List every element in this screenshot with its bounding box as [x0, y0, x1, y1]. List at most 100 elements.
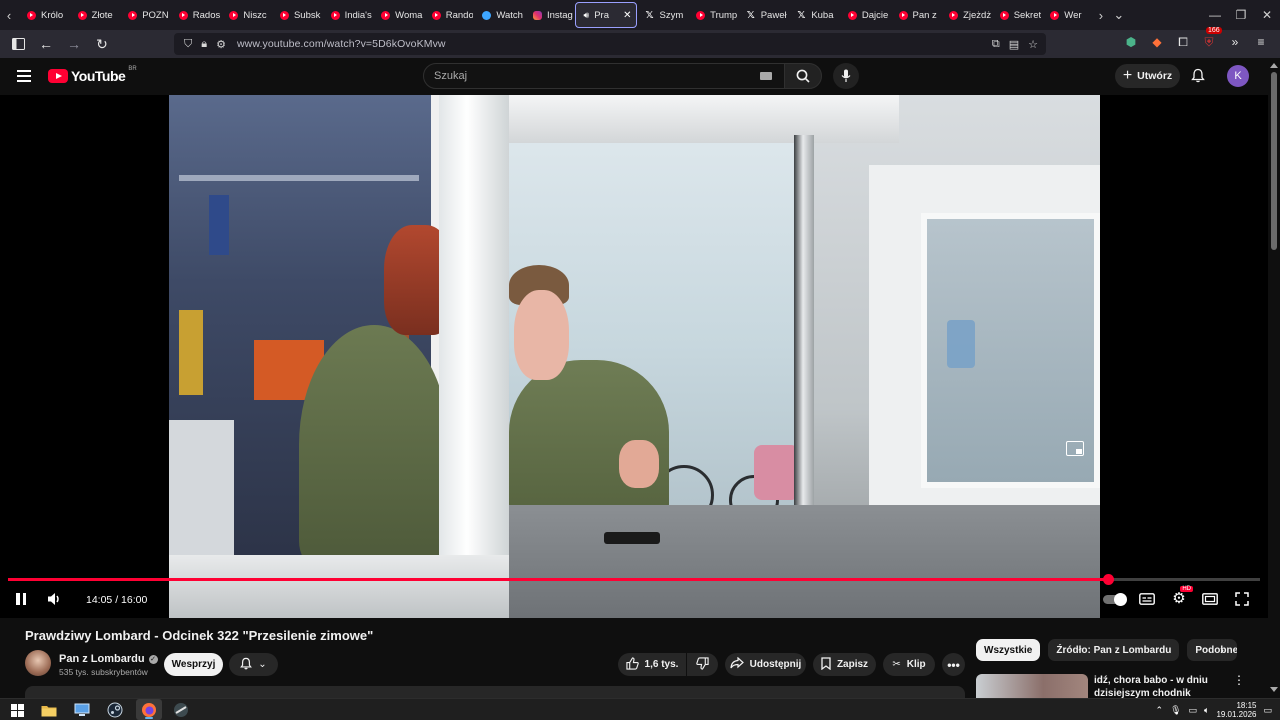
channel-avatar[interactable] — [25, 650, 51, 676]
restore-icon[interactable]: ❐ — [1228, 8, 1254, 22]
vpn-extension-icon[interactable]: ⬢ — [1122, 33, 1140, 51]
notifications-icon[interactable]: ▭ — [1263, 705, 1272, 716]
search-input[interactable]: Szukaj — [423, 63, 785, 89]
settings-gear-icon[interactable]: ⚙︎ HD — [1170, 586, 1193, 609]
fox-extension-icon[interactable]: ◆ — [1148, 33, 1166, 51]
tab[interactable]: POZN — [119, 2, 170, 28]
share-button[interactable]: Udostępnij — [725, 653, 806, 676]
app-icon[interactable] — [172, 701, 190, 719]
progress-scrubber[interactable] — [1103, 574, 1114, 585]
close-tab-icon[interactable]: ✕ — [623, 10, 631, 21]
recommended-thumbnail[interactable] — [976, 674, 1088, 698]
like-button[interactable]: 1,6 tys. — [618, 653, 686, 676]
save-button[interactable]: Zapisz — [813, 653, 876, 676]
pause-icon[interactable] — [14, 589, 28, 609]
tab[interactable]: Królo — [18, 2, 69, 28]
minimize-icon[interactable]: — — [1202, 8, 1228, 22]
chip-source-channel[interactable]: Źródło: Pan z Lombardu — [1048, 639, 1180, 661]
reload-icon[interactable]: ↻ — [90, 32, 114, 56]
voice-search-button[interactable] — [833, 63, 859, 89]
progress-bar[interactable] — [8, 574, 1260, 585]
tray-expand-icon[interactable]: ⌃ — [1156, 705, 1164, 716]
close-window-icon[interactable]: ✕ — [1254, 8, 1280, 22]
app-menu-icon[interactable]: ≡ — [1252, 33, 1270, 51]
reader-view-icon[interactable]: ▤ — [1009, 38, 1019, 51]
tab[interactable]: India's — [322, 2, 373, 28]
bookmark-star-icon[interactable]: ☆ — [1028, 38, 1038, 51]
keyboard-icon[interactable] — [760, 72, 772, 80]
tracking-shield-icon[interactable]: ⛉ — [184, 38, 192, 51]
dislike-button[interactable] — [687, 653, 718, 676]
volume-icon[interactable] — [46, 589, 64, 609]
volume-tray-icon[interactable]: 🔈︎ — [1204, 705, 1209, 716]
tab[interactable]: Subsk — [271, 2, 322, 28]
tab-list-menu-button[interactable]: ⌄ — [1110, 0, 1128, 30]
tab[interactable]: Rados — [170, 2, 221, 28]
tab[interactable]: Dajcie — [839, 2, 890, 28]
windows-start-icon[interactable] — [8, 701, 26, 719]
subtitles-icon[interactable] — [1138, 589, 1156, 609]
autoplay-toggle[interactable] — [1102, 589, 1127, 609]
tab[interactable]: Wer — [1041, 2, 1092, 28]
tab[interactable]: Pan z — [890, 2, 941, 28]
chip-similar[interactable]: Podobne — [1187, 639, 1238, 661]
tab[interactable]: Trump — [687, 2, 738, 28]
tab[interactable]: Sekret — [991, 2, 1042, 28]
scroll-up-arrow-icon[interactable] — [1270, 63, 1278, 68]
recommended-menu-icon[interactable]: ⋮ — [1233, 673, 1245, 687]
miniplayer-icon[interactable] — [1066, 441, 1084, 456]
youtube-logo[interactable]: YouTube BR — [48, 66, 137, 84]
firefox-icon[interactable] — [140, 701, 158, 719]
tab-active[interactable]: 🔊︎ Pra ✕ — [574, 2, 637, 28]
scroll-down-arrow-icon[interactable] — [1270, 687, 1278, 692]
fullscreen-icon[interactable] — [1233, 589, 1251, 609]
subscription-bell-button[interactable]: ⌄ — [229, 653, 278, 676]
page-scrollbar[interactable] — [1268, 58, 1280, 698]
steam-icon[interactable] — [106, 701, 124, 719]
tab[interactable]: Woma — [372, 2, 423, 28]
chips-next-chevron-icon[interactable]: › — [1220, 643, 1224, 657]
permissions-icon[interactable]: ⚙︎ — [216, 38, 226, 51]
tab[interactable]: 𝕏 Paweł — [738, 2, 789, 28]
tab-scroll-right-button[interactable]: › — [1092, 0, 1110, 30]
tab[interactable]: 𝕏 Kuba — [788, 2, 839, 28]
tab[interactable]: 𝕏 Szym — [637, 2, 688, 28]
sidebar-toggle-icon[interactable] — [6, 32, 30, 56]
create-button[interactable]: + Utwórz — [1115, 64, 1180, 88]
channel-name-row[interactable]: Pan z Lombardu ✓ — [59, 653, 158, 665]
overflow-menu-icon[interactable]: » — [1226, 33, 1244, 51]
ublock-icon[interactable]: ⛨ 166 — [1200, 27, 1222, 51]
tab[interactable]: Instag — [524, 2, 575, 28]
video-player[interactable]: 14:05 / 16:00 ⚙︎ HD — [0, 95, 1268, 618]
recommended-title[interactable]: idź, chora babo - w dniu dzisiejszym cho… — [1094, 674, 1219, 698]
account-avatar[interactable]: K — [1227, 65, 1249, 87]
more-actions-button[interactable]: ••• — [942, 653, 965, 676]
tab[interactable]: Rando — [423, 2, 473, 28]
address-bar[interactable]: ⛉ 🔒︎ ⚙︎ www.youtube.com/watch?v=5D6kOvoK… — [174, 33, 1046, 55]
notifications-bell-icon[interactable] — [1191, 68, 1205, 88]
forward-icon[interactable]: → — [62, 32, 86, 56]
tab[interactable]: Zjeżdż — [940, 2, 991, 28]
picture-in-picture-icon[interactable]: ⧉ — [992, 38, 1000, 51]
tab[interactable]: Watch — [473, 2, 524, 28]
clock[interactable]: 18:15 19.01.2026 — [1216, 701, 1256, 719]
remote-desktop-icon[interactable] — [73, 701, 91, 719]
tab[interactable]: Niszc — [220, 2, 271, 28]
search-button[interactable] — [784, 63, 822, 89]
chip-all[interactable]: Wszystkie — [976, 639, 1041, 661]
channel-name[interactable]: Pan z Lombardu — [59, 653, 145, 665]
tab-scroll-left-button[interactable]: ‹ — [0, 0, 18, 30]
network-icon[interactable]: ▭ — [1189, 705, 1198, 716]
support-button[interactable]: Wesprzyj — [164, 653, 223, 676]
microphone-tray-icon[interactable]: 🎙︎ — [1170, 705, 1181, 716]
clip-button[interactable]: ✂︎ Klip — [883, 653, 935, 676]
extensions-puzzle-icon[interactable]: ⧠ — [1174, 33, 1192, 51]
scrollbar-thumb[interactable] — [1271, 72, 1277, 250]
guide-menu-icon[interactable] — [17, 70, 31, 82]
file-explorer-icon[interactable] — [40, 701, 58, 719]
video-frame[interactable] — [169, 95, 1100, 618]
url-text[interactable]: www.youtube.com/watch?v=5D6kOvoKMvw — [237, 38, 446, 50]
theater-mode-icon[interactable] — [1201, 589, 1219, 609]
lock-icon[interactable]: 🔒︎ — [201, 38, 207, 51]
tab[interactable]: Złote — [69, 2, 120, 28]
